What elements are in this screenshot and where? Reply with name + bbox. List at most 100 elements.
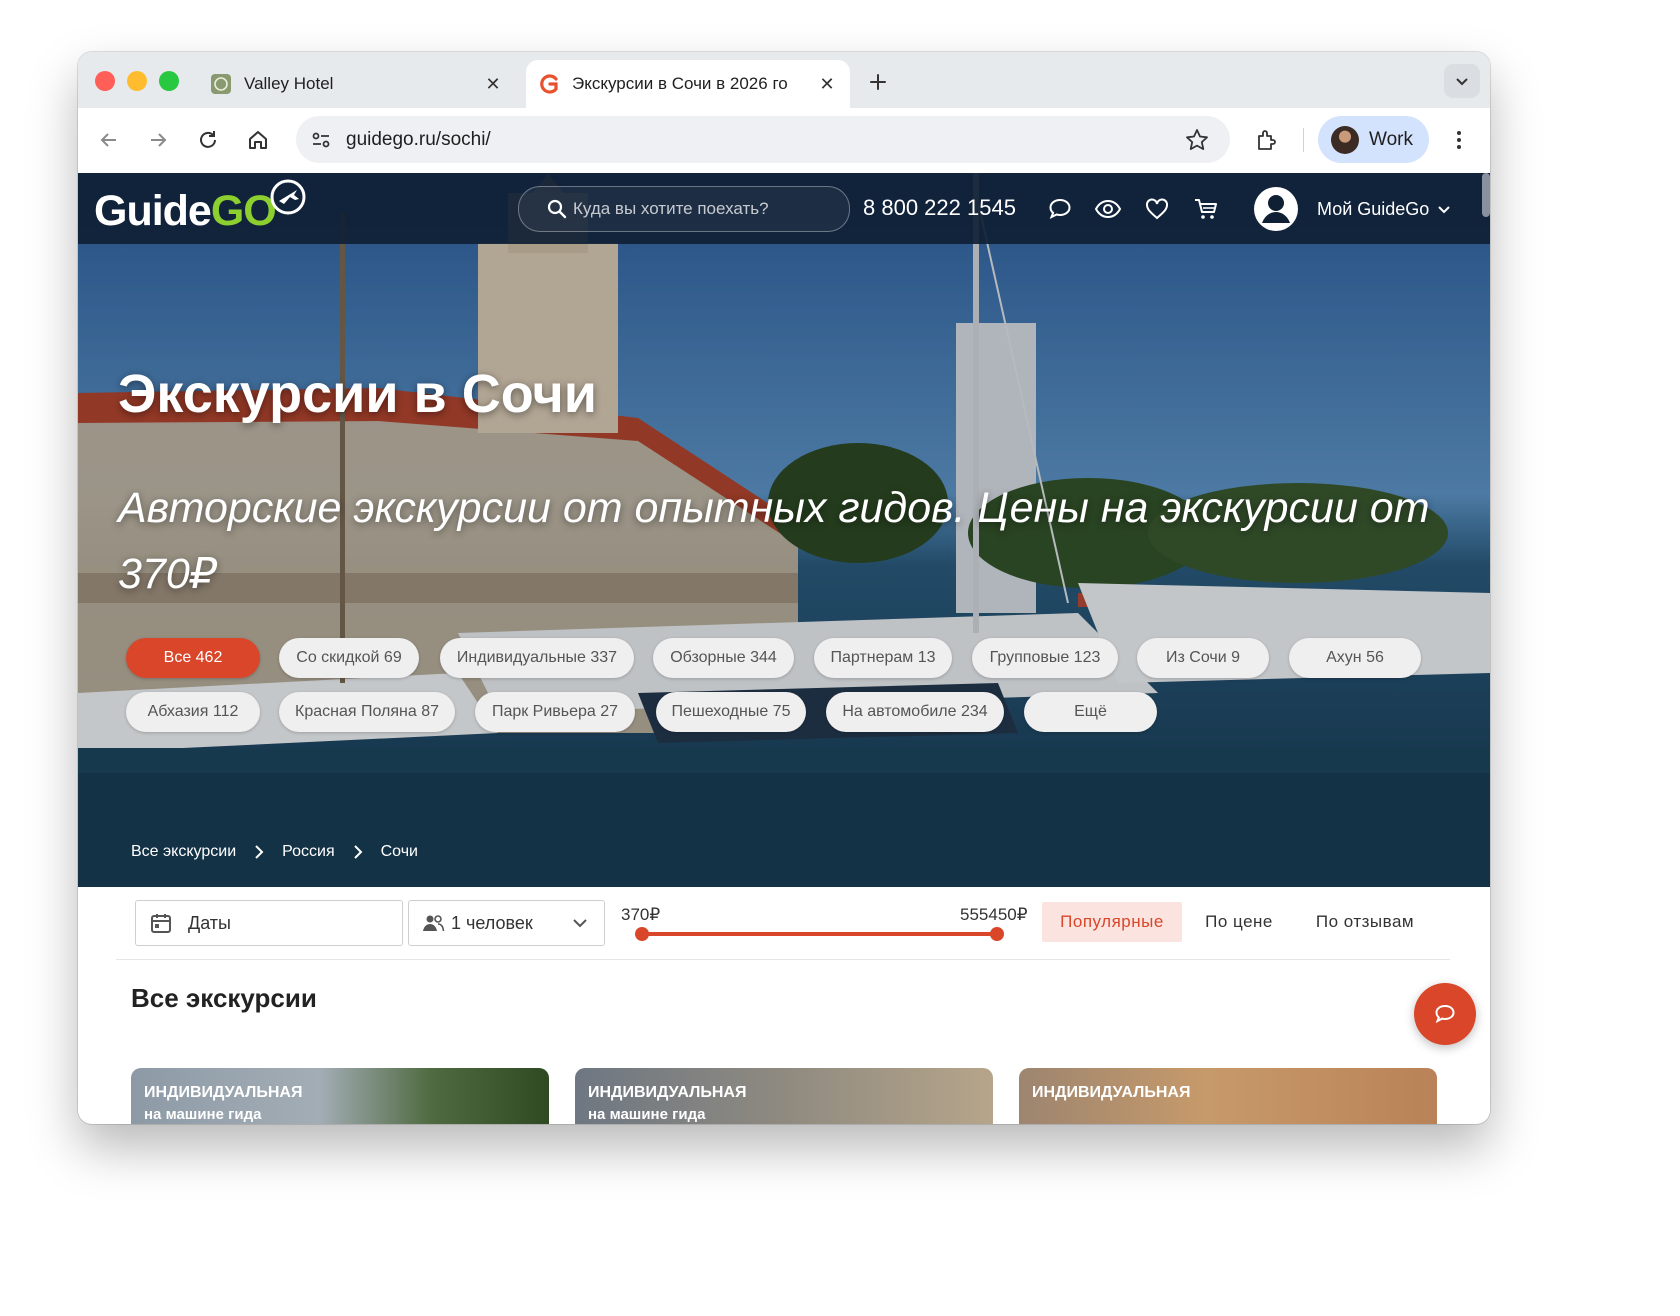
- guidego-favicon-icon: [538, 73, 560, 95]
- people-icon: [423, 915, 445, 932]
- chip-partners[interactable]: Партнерам 13: [814, 638, 952, 678]
- favorites-button[interactable]: [1143, 195, 1171, 223]
- guidego-logo[interactable]: Guide GO: [94, 179, 306, 235]
- tab-title: Экскурсии в Сочи в 2026 го: [572, 74, 788, 93]
- phone-number[interactable]: 8 800 222 1545: [863, 195, 1016, 221]
- home-button[interactable]: [241, 123, 275, 157]
- minimize-window-button[interactable]: [127, 71, 147, 91]
- address-bar[interactable]: guidego.ru/sochi/: [296, 116, 1230, 163]
- page-title: Экскурсии в Сочи: [118, 364, 597, 424]
- chip-group[interactable]: Групповые 123: [972, 638, 1118, 678]
- profile-name: Work: [1369, 128, 1413, 150]
- extensions-button[interactable]: [1250, 123, 1284, 157]
- search-icon: [547, 199, 567, 219]
- breadcrumb: Все экскурсии Россия Сочи: [131, 843, 418, 861]
- reload-button[interactable]: [191, 123, 225, 157]
- price-max: 555450₽: [960, 905, 1028, 924]
- chip-krasnaya-polyana[interactable]: Красная Поляна 87: [279, 692, 455, 732]
- logo-text-accent: GO: [210, 187, 277, 235]
- site-settings-icon[interactable]: [310, 129, 332, 151]
- more-icon: [1457, 131, 1461, 149]
- cart-icon: [1195, 199, 1217, 219]
- tab-search-button[interactable]: [1444, 64, 1480, 98]
- chip-abkhazia[interactable]: Абхазия 112: [126, 692, 260, 732]
- chip-more[interactable]: Ещё: [1024, 692, 1157, 732]
- maximize-window-button[interactable]: [159, 71, 179, 91]
- user-icon: [1254, 187, 1298, 231]
- people-select[interactable]: 1 человек: [408, 900, 605, 946]
- eye-icon: [1094, 199, 1122, 219]
- cart-button[interactable]: [1192, 195, 1220, 223]
- heart-icon: [1146, 198, 1168, 220]
- account-label: Мой GuideGo: [1317, 198, 1430, 219]
- sort-price[interactable]: По цене: [1194, 902, 1284, 942]
- tour-transport: на машине гида: [588, 1106, 706, 1123]
- price-min: 370₽: [621, 905, 661, 924]
- account-menu[interactable]: Мой GuideGo: [1253, 186, 1451, 232]
- breadcrumb-russia[interactable]: Россия: [282, 843, 334, 861]
- price-max-handle[interactable]: [990, 927, 1004, 941]
- filter-bar: Даты 1 человек 370₽ 555450₽ Популярные П…: [78, 887, 1490, 959]
- toolbar-divider: [1303, 128, 1304, 152]
- hotel-favicon-icon: [210, 73, 232, 95]
- chip-akhun[interactable]: Ахун 56: [1289, 638, 1421, 678]
- chip-overview[interactable]: Обзорные 344: [653, 638, 794, 678]
- viewed-button[interactable]: [1094, 195, 1122, 223]
- breadcrumb-all-tours[interactable]: Все экскурсии: [131, 843, 236, 861]
- sort-popular[interactable]: Популярные: [1042, 902, 1182, 942]
- tab-valley-hotel[interactable]: Valley Hotel ✕: [198, 60, 516, 108]
- breadcrumb-sochi: Сочи: [380, 843, 418, 860]
- tour-card[interactable]: Индивидуальная: [1019, 1068, 1437, 1124]
- chip-from-sochi[interactable]: Из Сочи 9: [1137, 638, 1269, 678]
- close-tab-icon[interactable]: ✕: [814, 71, 840, 97]
- tour-card[interactable]: Индивидуальная на машине гида: [575, 1068, 993, 1124]
- chip-by-car[interactable]: На автомобиле 234: [826, 692, 1004, 732]
- profile-button[interactable]: Work: [1318, 116, 1429, 163]
- browser-menu-button[interactable]: [1442, 123, 1476, 157]
- chip-all[interactable]: Все 462: [126, 638, 260, 678]
- page-viewport: Guide GO Куда вы хотите поехать? 8 800 22…: [78, 173, 1490, 1124]
- tour-type: Индивидуальная: [1032, 1084, 1191, 1101]
- forward-button[interactable]: [141, 123, 175, 157]
- tour-card[interactable]: Индивидуальная на машине гида: [131, 1068, 549, 1124]
- back-button[interactable]: [92, 123, 126, 157]
- tab-strip: Valley Hotel ✕ Экскурсии в Сочи в 2026 г…: [78, 52, 1490, 108]
- dates-picker[interactable]: Даты: [135, 900, 403, 946]
- close-window-button[interactable]: [95, 71, 115, 91]
- extensions-icon: [1258, 130, 1276, 150]
- avatar: [1331, 125, 1359, 154]
- chat-fab-button[interactable]: [1414, 983, 1476, 1045]
- site-navbar: Guide GO Куда вы хотите поехать? 8 800 22…: [78, 173, 1490, 244]
- chip-individual[interactable]: Индивидуальные 337: [440, 638, 634, 678]
- browser-window: Valley Hotel ✕ Экскурсии в Сочи в 2026 г…: [78, 52, 1490, 1124]
- filter-divider: [116, 959, 1450, 960]
- chip-discount[interactable]: Со скидкой 69: [279, 638, 419, 678]
- sort-reviews[interactable]: По отзывам: [1304, 902, 1426, 942]
- price-range-slider[interactable]: [641, 932, 997, 936]
- chip-riviera-park[interactable]: Парк Ривьера 27: [475, 692, 635, 732]
- tab-guidego[interactable]: Экскурсии в Сочи в 2026 го ✕: [526, 60, 850, 108]
- chat-button[interactable]: [1046, 195, 1074, 223]
- plane-logo-icon: [270, 179, 306, 215]
- chevron-right-icon: [254, 845, 264, 859]
- home-icon: [249, 131, 267, 149]
- dates-label: Даты: [188, 912, 231, 933]
- page-subtitle: Авторские экскурсии от опытных гидов. Це…: [118, 484, 1430, 598]
- close-tab-icon[interactable]: ✕: [480, 71, 506, 97]
- chevron-right-icon: [353, 845, 363, 859]
- hero-banner: Guide GO Куда вы хотите поехать? 8 800 22…: [78, 173, 1490, 887]
- tab-title: Valley Hotel: [244, 74, 334, 93]
- page-scrollbar[interactable]: [1482, 173, 1490, 217]
- reload-icon: [200, 131, 216, 148]
- section-heading: Все экскурсии: [131, 983, 317, 1013]
- price-min-handle[interactable]: [635, 927, 649, 941]
- tour-type: Индивидуальная: [588, 1084, 747, 1101]
- chip-walking[interactable]: Пешеходные 75: [656, 692, 806, 732]
- chat-icon: [1049, 198, 1071, 219]
- forward-icon: [151, 133, 167, 147]
- star-icon[interactable]: [1185, 128, 1209, 152]
- site-search-input[interactable]: Куда вы хотите поехать?: [518, 186, 850, 232]
- back-icon: [100, 133, 116, 147]
- new-tab-button[interactable]: [864, 68, 892, 96]
- chevron-down-icon: [573, 919, 587, 928]
